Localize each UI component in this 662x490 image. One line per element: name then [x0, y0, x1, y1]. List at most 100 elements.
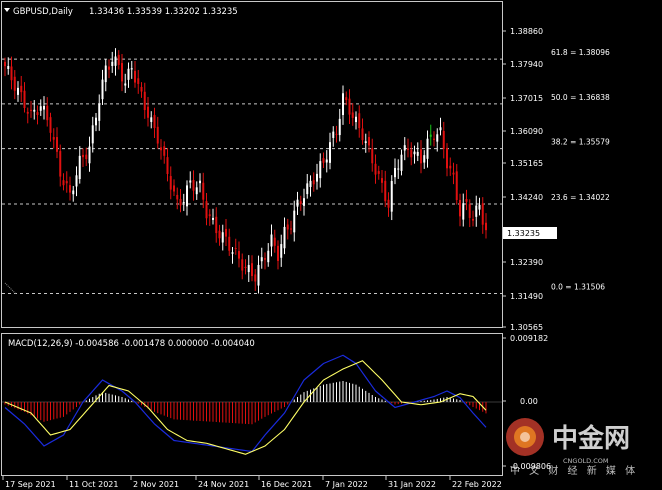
time-tick-label: 16 Dec 2021: [261, 480, 312, 489]
candle-body: [442, 131, 445, 149]
candle-body: [303, 198, 305, 206]
candle-body: [33, 109, 36, 112]
candle-body: [446, 148, 448, 169]
candle-body: [345, 97, 348, 101]
candle-body: [436, 134, 439, 142]
candle-body: [338, 118, 341, 136]
candle-body: [312, 180, 315, 185]
candle-body: [228, 236, 231, 251]
time-tick-label: 31 Jan 2022: [388, 480, 436, 489]
candle-body: [241, 259, 244, 271]
candle-body: [452, 172, 455, 175]
candle-body: [364, 141, 367, 143]
candle-body: [468, 204, 471, 218]
candle-body: [267, 250, 270, 263]
candle-body: [420, 149, 422, 164]
watermark-brand: 中金网: [552, 423, 630, 454]
candle-body: [36, 112, 39, 115]
candle-body: [13, 76, 16, 91]
chart-canvas: 中金网 CNGOLD.COM 中 文 财 经 新 媒 体 61.8 = 1.38…: [1, 1, 635, 489]
candle-body: [108, 66, 110, 70]
candle-body: [394, 167, 396, 178]
candle-body: [351, 112, 354, 118]
candle-body: [88, 146, 91, 164]
candle-body: [329, 142, 331, 163]
candle-body: [299, 201, 302, 204]
candle-body: [381, 178, 383, 183]
candle-body: [342, 93, 344, 116]
candle-body: [17, 87, 19, 95]
candle-body: [95, 117, 97, 126]
candle-body: [114, 56, 117, 66]
time-tick-label: 2 Nov 2021: [133, 480, 179, 489]
candle-body: [277, 245, 279, 261]
candle-body: [296, 199, 299, 207]
candle-body: [117, 54, 120, 65]
candle-body: [121, 63, 123, 82]
candle-body: [465, 198, 468, 202]
candle-body: [251, 263, 253, 277]
price-tick-label: 1.34240: [510, 193, 543, 202]
price-tick-label: 1.37015: [510, 94, 543, 103]
candle-body: [195, 187, 198, 195]
candle-body: [439, 127, 442, 131]
candle-body: [124, 83, 127, 86]
candle-body: [130, 68, 133, 70]
candle-body: [62, 180, 65, 186]
candle-body: [143, 91, 146, 111]
candle-body: [449, 165, 452, 169]
candle-body: [286, 224, 289, 230]
candle-body: [322, 158, 325, 163]
candle-body: [273, 237, 276, 246]
candle-body: [98, 103, 101, 121]
candle-body: [10, 66, 13, 81]
candle-body: [65, 181, 68, 184]
candle-body: [75, 175, 78, 187]
price-tick-label: 1.38860: [510, 27, 543, 36]
candle-body: [82, 154, 84, 158]
candle-body: [264, 258, 266, 260]
candle-body: [455, 171, 458, 200]
candle-body: [410, 149, 413, 158]
candle-body: [30, 109, 32, 111]
candle-body: [221, 232, 224, 243]
candle-body: [26, 111, 29, 114]
candle-body: [111, 61, 114, 66]
candle-body: [231, 252, 234, 254]
candle-body: [153, 115, 156, 129]
candle-body: [429, 134, 432, 137]
candle-body: [215, 216, 218, 234]
candle-body: [403, 145, 406, 151]
candle-body: [270, 234, 273, 247]
candle-body: [238, 251, 240, 259]
price-tick-label: 1.37940: [510, 60, 543, 69]
candle-body: [176, 194, 179, 200]
fib-label: 0.0 = 1.31506: [551, 283, 605, 292]
candle-body: [475, 205, 478, 217]
candle-body: [400, 154, 403, 171]
candle-body: [316, 173, 318, 182]
macd-tick-label: -0.009806: [510, 462, 551, 471]
cursor-marker: [4, 282, 17, 295]
candle-body: [290, 228, 292, 230]
candle-body: [361, 128, 364, 141]
watermark-url: CNGOLD.COM: [563, 457, 609, 465]
candle-body: [377, 171, 380, 174]
candle-body: [72, 190, 75, 195]
candle-body: [4, 61, 6, 67]
current-price-text: 1.33235: [507, 229, 540, 238]
candle-body: [371, 148, 374, 164]
price-axis: 1.38860 1.37940 1.37015 1.36090 1.35165 1.342…: [502, 27, 543, 332]
symbol-label: GBPUSD,Daily: [13, 7, 73, 17]
candle-body: [481, 203, 484, 225]
symbol-dropdown-icon[interactable]: [4, 8, 10, 12]
candle-body: [160, 147, 162, 151]
candle-body: [413, 151, 416, 155]
candle-body: [462, 203, 465, 220]
candle-body: [387, 199, 390, 208]
candle-body: [46, 105, 49, 121]
fibonacci-levels: 61.8 = 1.38096 50.0 = 1.36838 38.2 = 1.355…: [2, 48, 610, 295]
candle-body: [374, 163, 377, 175]
candle-body: [69, 185, 71, 193]
candle-body: [426, 138, 429, 159]
